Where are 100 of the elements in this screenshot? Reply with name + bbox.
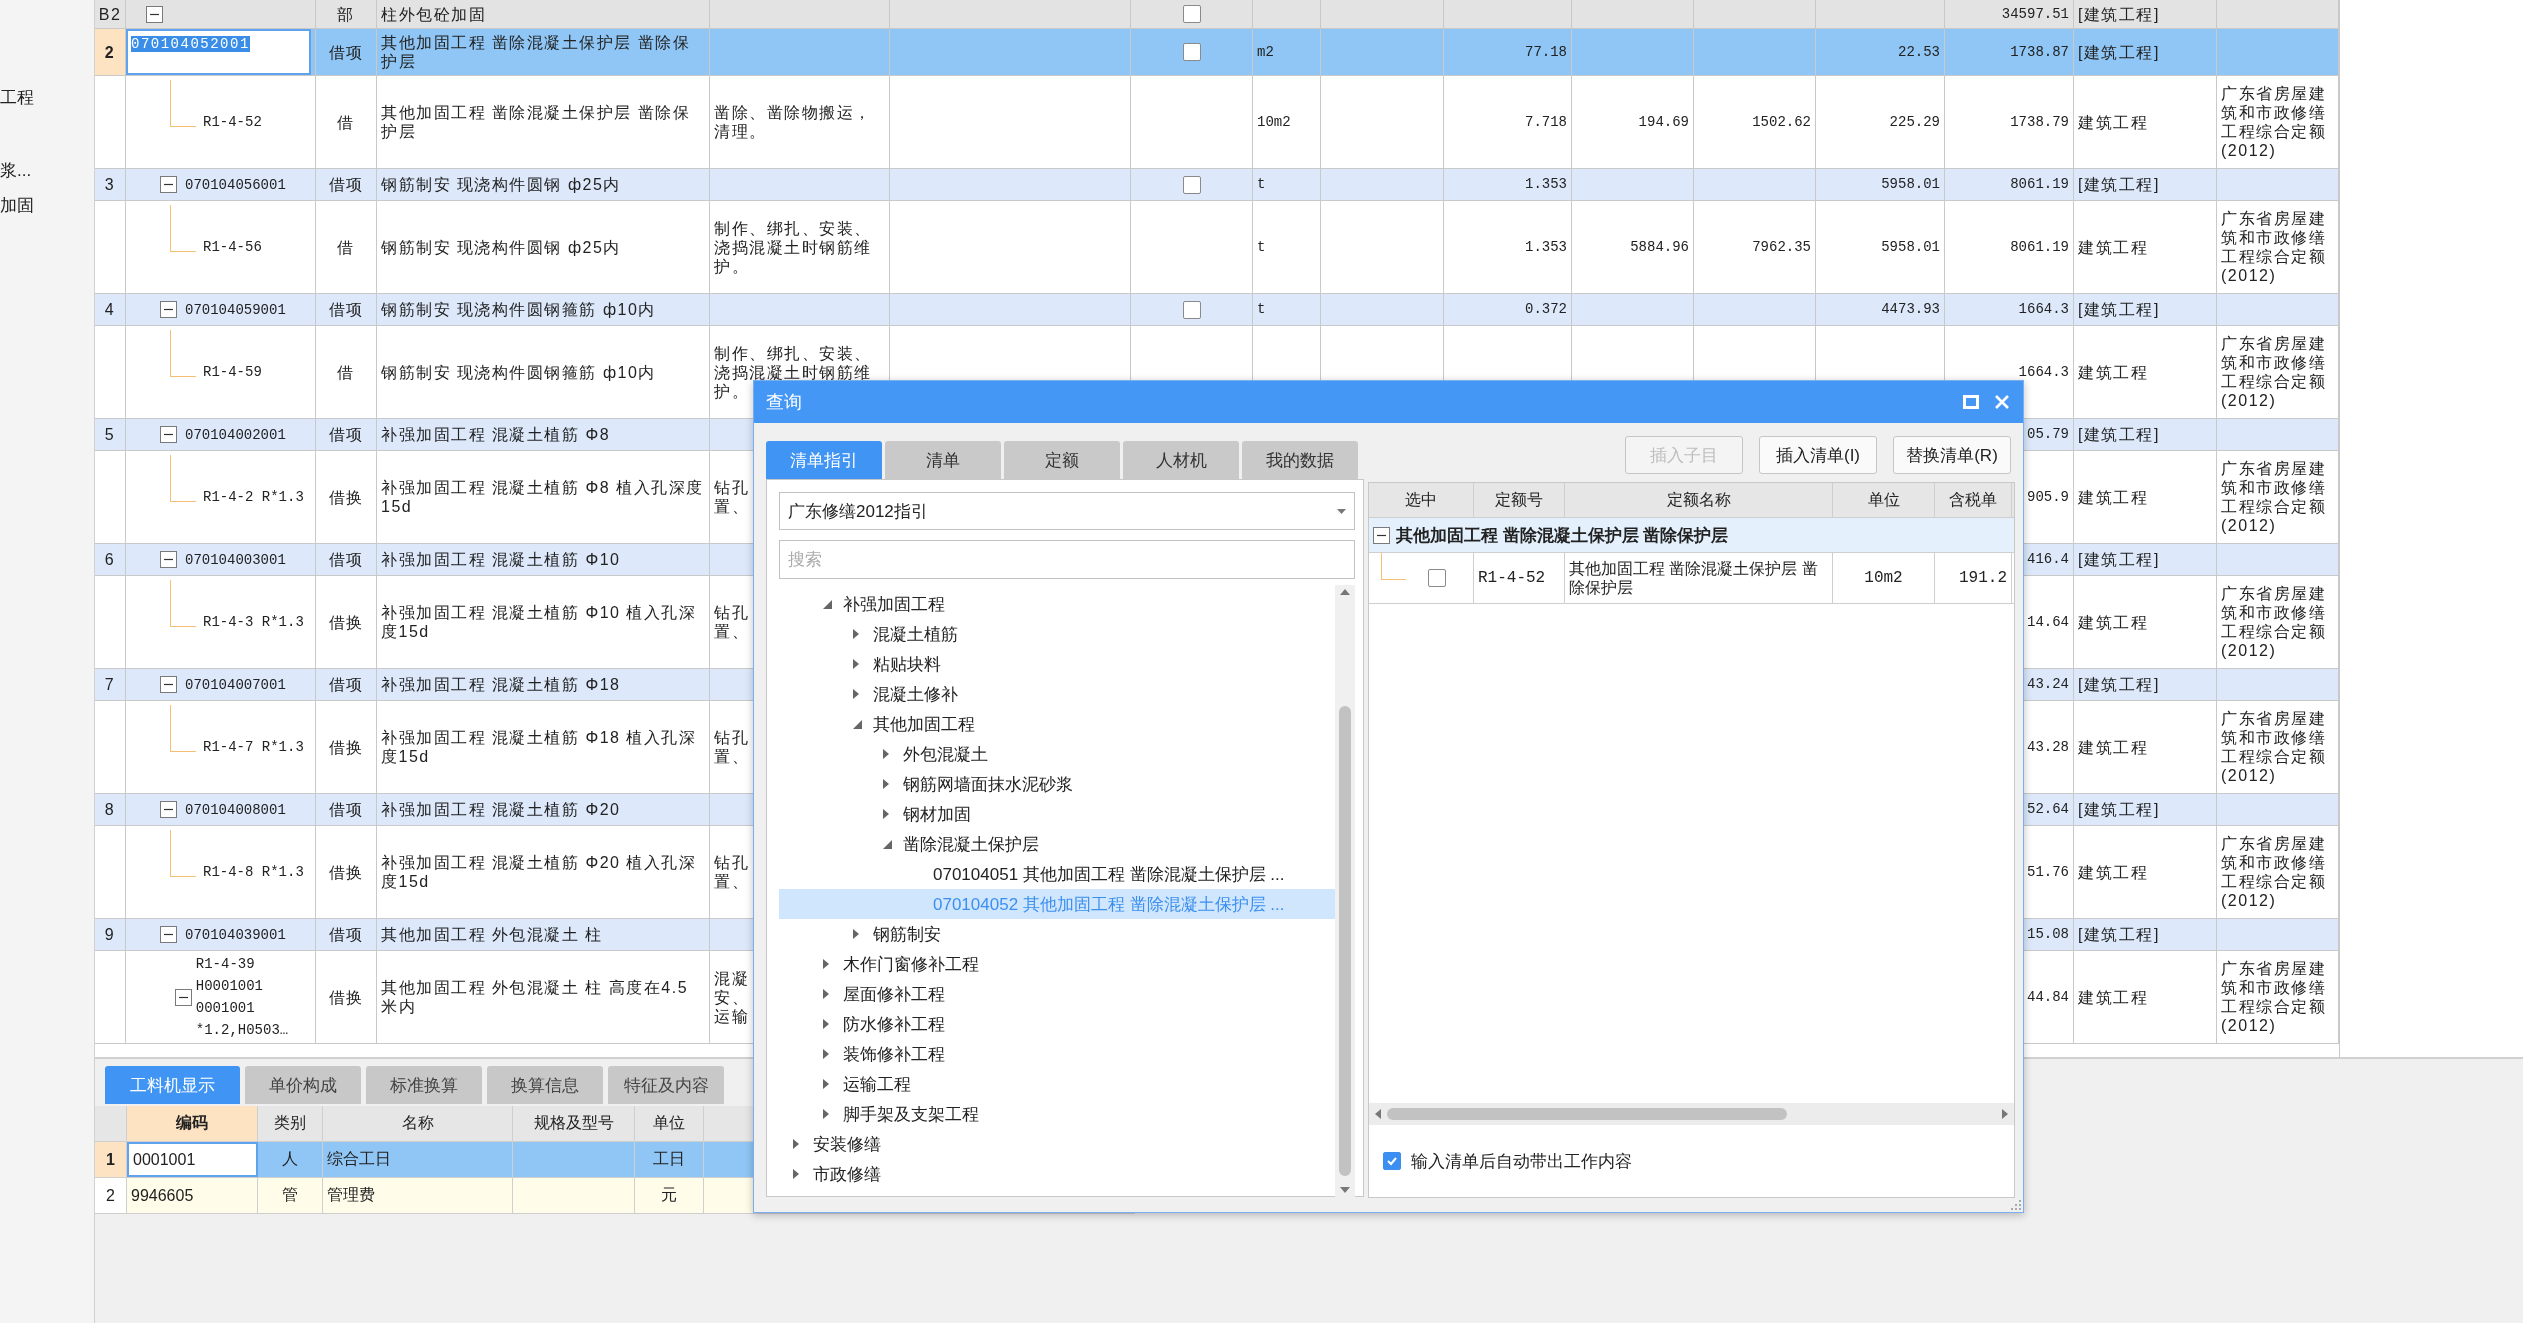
caret-right-icon[interactable] bbox=[883, 809, 889, 819]
collapse-icon[interactable] bbox=[160, 301, 177, 318]
tree-item[interactable]: 外包混凝土 bbox=[779, 739, 1335, 769]
column-header[interactable]: 单位 bbox=[1833, 483, 1935, 517]
caret-right-icon[interactable] bbox=[883, 749, 889, 759]
column-header[interactable]: 编码 bbox=[127, 1106, 258, 1141]
table-cell: 其他加固工程 凿除混凝土保护层 凿除保护层 bbox=[1565, 553, 1833, 603]
tree-item[interactable]: 混凝土修补 bbox=[779, 679, 1335, 709]
tree-item[interactable]: 补强加固工程 bbox=[779, 589, 1335, 619]
tab[interactable]: 换算信息 bbox=[487, 1066, 603, 1104]
collapse-icon[interactable] bbox=[160, 176, 177, 193]
caret-right-icon[interactable] bbox=[853, 929, 859, 939]
tree-item[interactable]: 屋面修补工程 bbox=[779, 979, 1335, 1009]
column-header[interactable]: 名称 bbox=[323, 1106, 513, 1141]
maximize-icon[interactable] bbox=[1963, 395, 1979, 409]
table-row[interactable]: 4 070104059001 借项 钢筋制安 现浇构件圆钢箍筋 ф10内 t 0.372 4473.93 1664.3 [建筑工程] bbox=[95, 294, 2339, 326]
checkbox[interactable] bbox=[1182, 300, 1201, 319]
caret-right-icon[interactable] bbox=[823, 989, 829, 999]
caret-right-icon[interactable] bbox=[853, 629, 859, 639]
collapse-icon[interactable] bbox=[146, 5, 163, 23]
sidebar-item[interactable]: 工程 bbox=[0, 86, 94, 108]
checkbox[interactable] bbox=[1428, 569, 1446, 587]
column-header[interactable]: 单位 bbox=[635, 1106, 704, 1141]
tab[interactable]: 单价构成 bbox=[245, 1066, 361, 1104]
checkbox[interactable] bbox=[1383, 1152, 1401, 1170]
tree-item[interactable]: 凿除混凝土保护层 bbox=[779, 829, 1335, 859]
caret-down-icon[interactable] bbox=[883, 839, 892, 849]
column-header[interactable]: 规格及型号 bbox=[513, 1106, 635, 1141]
caret-right-icon[interactable] bbox=[823, 1079, 829, 1089]
code-field[interactable]: 0001001 bbox=[127, 1142, 258, 1177]
close-icon[interactable] bbox=[1995, 395, 2009, 409]
checkbox-label[interactable]: 输入清单后自动带出工作内容 bbox=[1411, 1149, 1632, 1173]
table-row[interactable]: R1-4-52 借 其他加固工程 凿除混凝土保护层 凿除保护层 凿除、凿除物搬运，清理。 10m2 7.718 194.69 1502.62 225.29 1738.79 建筑工程 广东省房屋建筑和市政修缮工程综合定额(2012) bbox=[95, 76, 2339, 169]
tree-item[interactable]: 粘贴块料 bbox=[779, 649, 1335, 679]
tree-item[interactable]: 钢筋制安 bbox=[779, 919, 1335, 949]
scroll-up-icon[interactable] bbox=[1340, 589, 1350, 595]
tree-item[interactable]: 防水修补工程 bbox=[779, 1009, 1335, 1039]
search-field[interactable]: 搜索 bbox=[779, 540, 1355, 579]
tree-item[interactable]: 钢筋网墙面抹水泥砂浆 bbox=[779, 769, 1335, 799]
table-row[interactable]: 2 070104052001 借项 其他加固工程 凿除混凝土保护层 凿除保护层 m2 77.18 22.53 1738.87 [建筑工程] bbox=[95, 29, 2339, 76]
caret-right-icon[interactable] bbox=[823, 1019, 829, 1029]
sidebar-item[interactable]: 加固 bbox=[0, 194, 94, 216]
tree-item[interactable]: 070104051 其他加固工程 凿除混凝土保护层 ... bbox=[779, 859, 1335, 889]
scrollbar-thumb[interactable] bbox=[1387, 1108, 1787, 1120]
collapse-icon[interactable] bbox=[160, 676, 177, 693]
action-button[interactable]: 替换清单(R) bbox=[1893, 436, 2011, 474]
caret-right-icon[interactable] bbox=[793, 1139, 799, 1149]
caret-down-icon[interactable] bbox=[823, 599, 832, 609]
tab[interactable]: 特征及内容 bbox=[608, 1066, 724, 1104]
collapse-icon[interactable] bbox=[175, 988, 192, 1006]
scroll-down-icon[interactable] bbox=[1340, 1187, 1350, 1193]
tab[interactable]: 标准换算 bbox=[366, 1066, 482, 1104]
tree-item[interactable]: 钢材加固 bbox=[779, 799, 1335, 829]
collapse-icon[interactable] bbox=[160, 926, 177, 943]
caret-right-icon[interactable] bbox=[883, 779, 889, 789]
table-row[interactable]: 3 070104056001 借项 钢筋制安 现浇构件圆钢 ф25内 t 1.353 5958.01 8061.19 [建筑工程] bbox=[95, 169, 2339, 201]
scroll-right-icon[interactable] bbox=[2002, 1109, 2008, 1119]
column-header[interactable]: 含税单 bbox=[1935, 483, 2012, 517]
collapse-icon[interactable] bbox=[160, 426, 177, 443]
column-header[interactable]: 定额名称 bbox=[1565, 483, 1833, 517]
tree-item[interactable]: 脚手架及支架工程 bbox=[779, 1099, 1335, 1129]
scrollbar[interactable] bbox=[1335, 585, 1355, 1197]
tree-item[interactable]: 装饰修补工程 bbox=[779, 1039, 1335, 1069]
collapse-icon[interactable] bbox=[160, 551, 177, 568]
tree-item[interactable]: 木作门窗修补工程 bbox=[779, 949, 1335, 979]
caret-down-icon[interactable] bbox=[853, 719, 862, 729]
tree-item[interactable]: 运输工程 bbox=[779, 1069, 1335, 1099]
caret-right-icon[interactable] bbox=[823, 1109, 829, 1119]
table-row[interactable]: R1-4-56 借 钢筋制安 现浇构件圆钢 ф25内 制作、绑扎、安装、浇捣混凝土时钢筋维护。 t 1.353 5884.96 7962.35 5958.01 8061.19 建筑工程 广东省房屋建筑和市政修缮工程综合定额(2012) bbox=[95, 201, 2339, 294]
scrollbar[interactable] bbox=[1369, 1103, 2014, 1125]
caret-right-icon[interactable] bbox=[853, 689, 859, 699]
column-header[interactable]: 定额号 bbox=[1474, 483, 1565, 517]
scroll-left-icon[interactable] bbox=[1375, 1109, 1381, 1119]
column-header[interactable]: 类别 bbox=[258, 1106, 323, 1141]
collapse-icon[interactable] bbox=[1373, 526, 1390, 544]
table-cell: 补强加固工程 混凝土植筋 Φ20 植入孔深度15d bbox=[377, 826, 710, 918]
tab[interactable]: 我的数据 bbox=[1242, 441, 1358, 479]
column-header[interactable]: 选中 bbox=[1369, 483, 1474, 517]
tree-item[interactable]: 其他加固工程 bbox=[779, 709, 1335, 739]
tab[interactable]: 人材机 bbox=[1123, 441, 1239, 479]
library-dropdown[interactable]: 广东修缮2012指引 bbox=[779, 492, 1355, 530]
resize-grip-icon[interactable] bbox=[2011, 1200, 2021, 1210]
tree-item[interactable]: 混凝土植筋 bbox=[779, 619, 1335, 649]
check-icon bbox=[1386, 1155, 1398, 1167]
tab[interactable]: 清单 bbox=[885, 441, 1001, 479]
table-row[interactable]: B2 部 柱外包砼加固 34597.51 [建筑工程] bbox=[95, 0, 2339, 29]
caret-right-icon[interactable] bbox=[823, 1049, 829, 1059]
checkbox[interactable] bbox=[1182, 175, 1201, 194]
caret-down-icon bbox=[1337, 508, 1346, 514]
caret-right-icon[interactable] bbox=[853, 659, 859, 669]
collapse-icon[interactable] bbox=[160, 801, 177, 818]
checkbox[interactable] bbox=[1182, 43, 1201, 61]
checkbox[interactable] bbox=[1182, 5, 1201, 23]
caret-right-icon[interactable] bbox=[823, 959, 829, 969]
sidebar-item[interactable]: 浆... bbox=[0, 159, 94, 181]
action-button[interactable]: 插入清单(I) bbox=[1759, 436, 1877, 474]
tab[interactable]: 定额 bbox=[1004, 441, 1120, 479]
scrollbar-thumb[interactable] bbox=[1339, 706, 1351, 1176]
row-number: 7 bbox=[95, 669, 126, 700]
caret-right-icon[interactable] bbox=[793, 1169, 799, 1179]
